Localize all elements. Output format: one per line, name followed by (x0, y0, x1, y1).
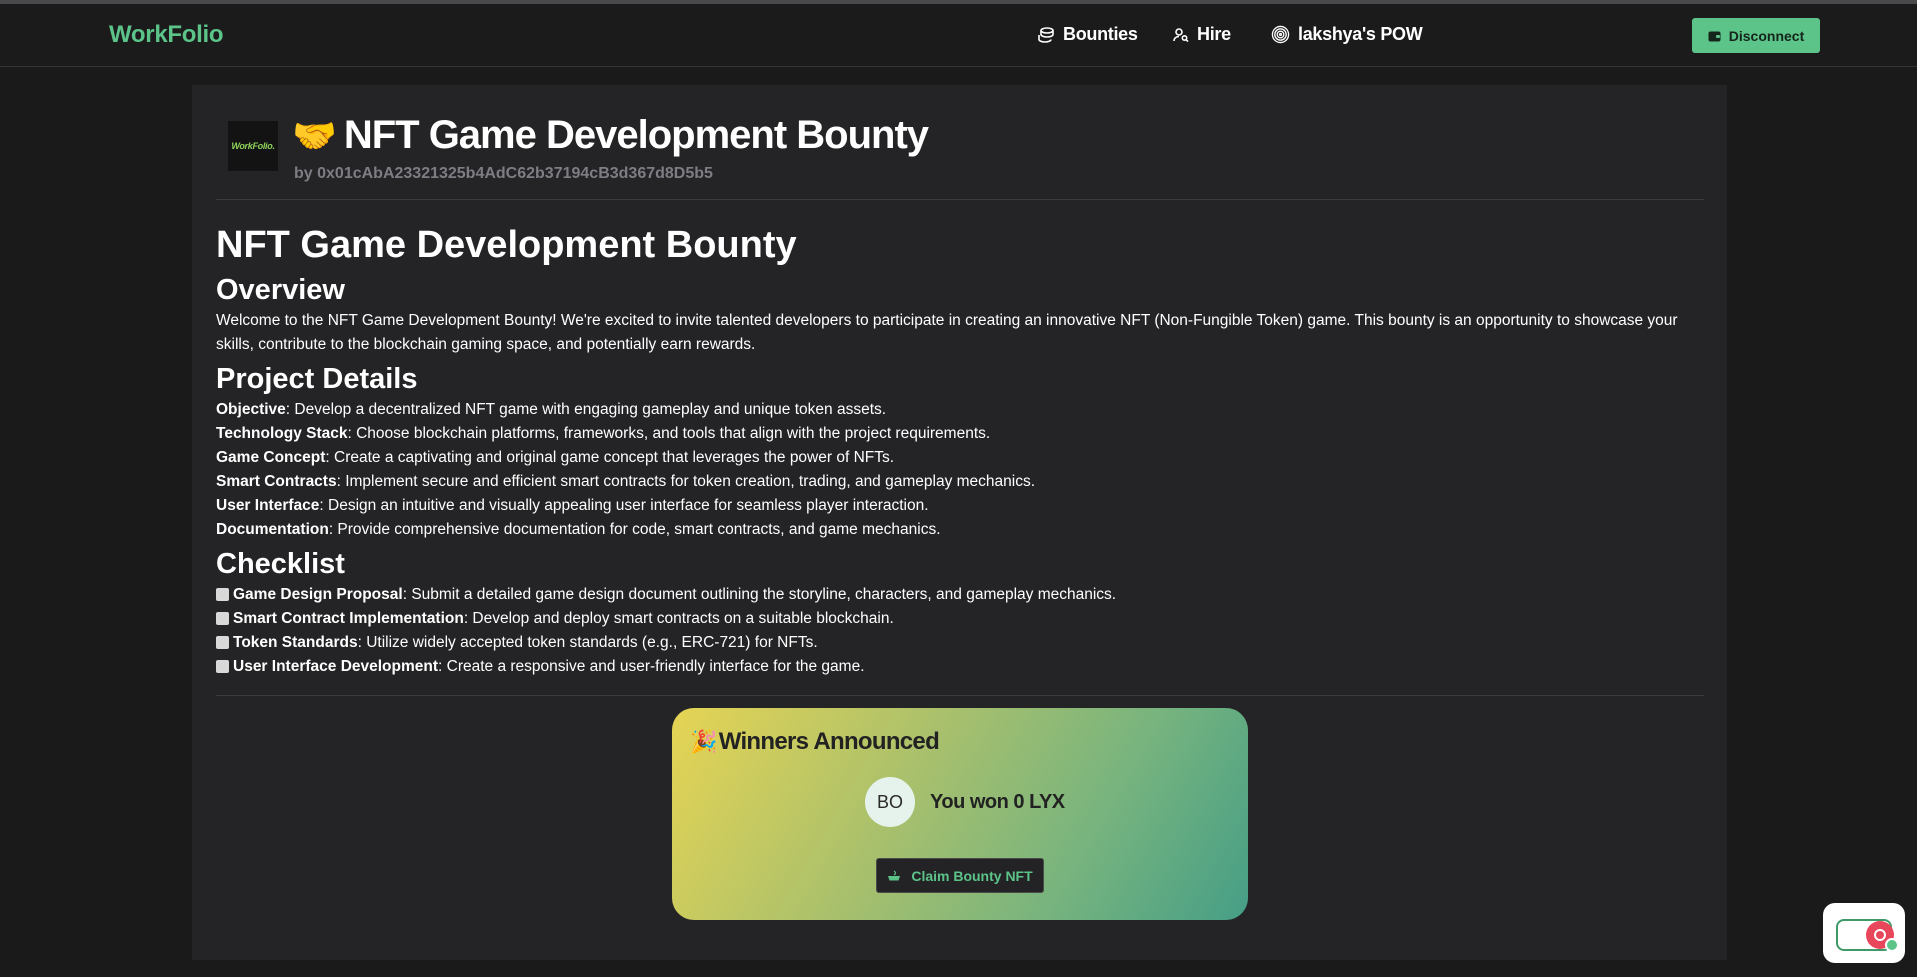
header-divider (216, 199, 1704, 200)
nav-link-label: lakshya's POW (1298, 24, 1423, 44)
nav-link-label: Hire (1197, 24, 1231, 44)
project-details-list: Objective: Develop a decentralized NFT g… (216, 398, 1706, 542)
claim-bounty-nft-button[interactable]: Claim Bounty NFT (876, 858, 1044, 893)
overview-text: Welcome to the NFT Game Development Boun… (216, 312, 1678, 353)
wallet-icon (1708, 31, 1721, 41)
detail-item: Documentation: Provide comprehensive doc… (216, 521, 941, 538)
description-title: NFT Game Development Bounty (216, 224, 797, 266)
nav-link-hire[interactable]: Hire (1173, 24, 1231, 45)
detail-item: Smart Contracts: Implement secure and ef… (216, 473, 1036, 490)
content-divider (216, 695, 1704, 696)
checklist-heading: Checklist (216, 548, 345, 580)
nav-link-label: Bounties (1063, 24, 1138, 44)
winner-result: You won 0 LYX (930, 791, 1065, 813)
checklist-item: Smart Contract Implementation: Develop a… (216, 607, 1706, 631)
checklist-checkbox[interactable] (216, 635, 229, 649)
bounty-description: NFT Game Development Bounty Overview Wel… (216, 212, 1706, 679)
checklist-checkbox[interactable] (216, 659, 229, 673)
checklist: Game Design Proposal: Submit a detailed … (216, 583, 1706, 679)
checklist-item: User Interface Development: Create a res… (216, 655, 1706, 679)
winners-panel: 🎉 Winners Announced BO You won 0 LYX Cla… (672, 708, 1248, 920)
check-badge-icon (1885, 938, 1899, 952)
top-navbar: WorkFolio Bounties Hire lakshya's POW Di… (0, 4, 1917, 67)
winners-title: 🎉 Winners Announced (690, 728, 940, 755)
disconnect-button[interactable]: Disconnect (1692, 18, 1820, 53)
floating-recorder-widget[interactable] (1823, 903, 1905, 963)
detail-item: User Interface: Design an intuitive and … (216, 497, 929, 514)
bounty-header-title: 🤝 NFT Game Development Bounty (292, 113, 929, 157)
handshake-icon: 🤝 (292, 114, 337, 156)
winner-avatar: BO (865, 777, 915, 827)
bounty-author[interactable]: by 0x01cAbA23321325b4AdC62b37194cB3d367d… (294, 165, 713, 183)
detail-item: Game Concept: Create a captivating and o… (216, 449, 895, 466)
checklist-checkbox[interactable] (216, 587, 229, 601)
detail-item: Objective: Develop a decentralized NFT g… (216, 401, 887, 418)
nav-link-pow[interactable]: lakshya's POW (1271, 24, 1423, 45)
checklist-item: Game Design Proposal: Submit a detailed … (216, 583, 1706, 607)
coins-icon (1038, 26, 1054, 43)
party-popper-icon: 🎉 (690, 729, 717, 754)
bounty-logo: WorkFolio. (228, 121, 278, 171)
detail-item: Technology Stack: Choose blockchain plat… (216, 425, 991, 442)
nav-link-bounties[interactable]: Bounties (1037, 24, 1138, 45)
project-details-heading: Project Details (216, 363, 418, 395)
workfolio-logo[interactable]: WorkFolio (109, 21, 223, 49)
cup-icon (888, 870, 901, 880)
overview-heading: Overview (216, 274, 345, 306)
user-search-icon (1173, 27, 1189, 42)
fingerprint-icon (1271, 25, 1290, 44)
checklist-item: Token Standards: Utilize widely accepted… (216, 631, 1706, 655)
bounty-card: WorkFolio. 🤝 NFT Game Development Bounty… (192, 85, 1727, 960)
checklist-checkbox[interactable] (216, 611, 229, 625)
